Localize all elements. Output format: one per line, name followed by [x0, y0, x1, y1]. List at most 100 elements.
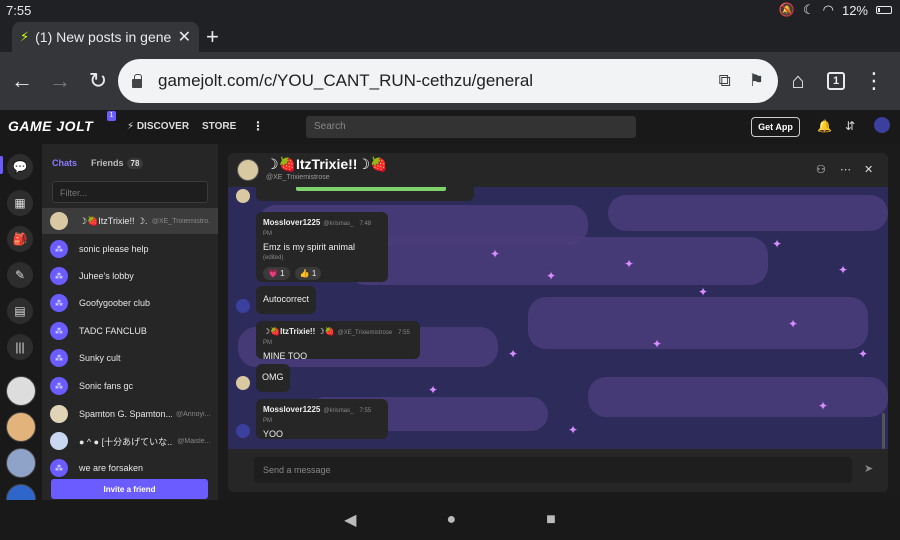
chat-handle: @XE_Trixiemistro...	[151, 217, 210, 225]
message-text: YOO	[263, 429, 284, 439]
chat-message[interactable]: ☽🍓ItzTrixie!! ☽🍓 @XE_Trixiemistrose 7:55 P…	[256, 321, 420, 361]
reload-icon[interactable]: ↻	[86, 52, 110, 110]
close-tab-icon[interactable]: ✕	[178, 27, 191, 47]
get-app-button[interactable]: Get App	[751, 117, 800, 137]
message-text: OMG	[262, 372, 284, 382]
home-icon[interactable]: ⌂	[786, 52, 810, 110]
community-avatar[interactable]	[6, 376, 36, 406]
rail-library-button[interactable]: ▤	[7, 298, 33, 324]
chat-scrollbar[interactable]	[882, 413, 885, 449]
add-member-icon[interactable]: ⚇	[816, 163, 826, 176]
invite-friend-button[interactable]: Invite a friend	[51, 479, 208, 499]
message-author[interactable]: Mosslover1225	[263, 405, 320, 414]
discover-icon: ⚡	[127, 121, 135, 132]
chat-list-item[interactable]: ⁂ Juhee's lobby	[42, 263, 218, 289]
reaction-heart[interactable]: 💗 1	[263, 267, 290, 280]
chat-header-avatar[interactable]	[237, 159, 259, 181]
chat-avatar	[50, 405, 68, 423]
tab-switcher-button[interactable]: 1	[824, 52, 848, 110]
rail-quests-button[interactable]: ✎	[7, 262, 33, 288]
cloud-shape	[348, 237, 768, 285]
sender-avatar[interactable]	[236, 376, 250, 390]
chat-list-item[interactable]: ⁂ Goofygoober club	[42, 290, 218, 316]
nav-recents-icon[interactable]: ■	[546, 511, 556, 529]
activity-icon[interactable]: ⇵	[845, 119, 855, 133]
chat-message[interactable]: OMG	[256, 364, 290, 392]
chat-title: ☽🍓ItzTrixie!!☽🍓	[266, 156, 388, 172]
chat-list-item[interactable]: ● ^ ● [十分あげていな... @Maisle...	[42, 428, 218, 454]
sender-avatar[interactable]	[236, 424, 250, 438]
nav-discover[interactable]: ⚡ DISCOVER	[127, 121, 189, 132]
browser-tab[interactable]: ⚡ (1) New posts in general ✕	[12, 22, 199, 52]
gamejolt-logo[interactable]: GAME JOLT	[8, 118, 93, 134]
chat-list-item[interactable]: ⁂ TADC FANCLUB	[42, 318, 218, 344]
address-url[interactable]: gamejolt.com/c/YOU_CANT_RUN-cethzu/gener…	[158, 71, 701, 91]
back-icon[interactable]: ←	[10, 52, 34, 110]
library-icon: ▤	[14, 304, 26, 318]
chat-sidebar: Chats Friends 78 Filter... ☽🍓ItzTrixie!! …	[42, 144, 258, 500]
tab-chats[interactable]: Chats	[52, 158, 77, 168]
group-icon: ⁂	[50, 267, 68, 285]
battery-level: 12%	[841, 2, 868, 18]
chat-list-item[interactable]: ⁂ sonic please help	[42, 236, 218, 262]
tab-count: 1	[827, 72, 845, 90]
message-input[interactable]: Send a message	[254, 457, 852, 483]
active-indicator	[0, 156, 3, 174]
chat-list-item[interactable]: ⁂ Sunky cult	[42, 345, 218, 371]
filter-input[interactable]: Filter...	[52, 181, 208, 203]
chat-handle: @Maisle...	[177, 437, 210, 445]
rail-shop-button[interactable]: 🎒	[7, 226, 33, 252]
chat-avatar	[50, 212, 68, 230]
nav-more-icon[interactable]: ⋮	[252, 119, 264, 133]
nav-store[interactable]: STORE	[202, 121, 236, 132]
tab-friends[interactable]: Friends 78	[91, 158, 144, 169]
chat-options-icon[interactable]: ⋯	[840, 163, 851, 176]
dnd-icon: ☾	[802, 2, 815, 17]
more-menu-icon[interactable]: ⋮	[862, 52, 886, 110]
chat-message[interactable]: Mosslover1225 @krismas_ 7:55 PM YOO	[256, 399, 388, 439]
chat-list-item[interactable]: Spamton G. Spamton... @Annoyi...	[42, 401, 218, 427]
group-icon: ⁂	[50, 240, 68, 258]
chat-header: ☽🍓ItzTrixie!!☽🍓 @XE_Trixiemistrose ⚇ ⋯ ✕	[228, 153, 888, 187]
nav-home-icon[interactable]: ●	[446, 511, 456, 529]
chat-message[interactable]: Mosslover1225 @krismas_ 7:48 PM Emz is my …	[256, 212, 388, 282]
rail-chat-button[interactable]: 💬	[7, 154, 33, 180]
group-icon: ⁂	[50, 294, 68, 312]
message-author[interactable]: Mosslover1225	[263, 218, 320, 227]
reaction-thumbs-up[interactable]: 👍 1	[294, 267, 322, 280]
forward-icon[interactable]: →	[48, 52, 72, 110]
new-tab-icon[interactable]: +	[206, 24, 219, 50]
address-bar[interactable]: gamejolt.com/c/YOU_CANT_RUN-cethzu/gener…	[118, 59, 778, 103]
close-chat-icon[interactable]: ✕	[864, 163, 873, 176]
cloud-shape	[588, 377, 888, 417]
chat-list-item[interactable]: ⁂ we are forsaken	[42, 455, 218, 481]
browser-tab-title: (1) New posts in general	[35, 29, 172, 45]
gamejolt-favicon-icon: ⚡	[20, 29, 30, 44]
chat-list-item[interactable]: ☽🍓ItzTrixie!! ☽... @XE_Trixiemistro...	[42, 208, 218, 234]
nav-back-icon[interactable]: ◀	[344, 510, 356, 530]
notifications-icon[interactable]: 🔔	[817, 119, 832, 133]
send-icon[interactable]: ➤	[864, 462, 873, 475]
previous-message-edge	[256, 187, 474, 201]
star-icon: ✦	[490, 247, 501, 261]
browser-toolbar: ← → ↻ gamejolt.com/c/YOU_CANT_RUN-cethzu…	[0, 52, 900, 110]
message-handle: @krismas_	[323, 408, 354, 414]
community-avatar[interactable]	[6, 448, 36, 478]
chat-message[interactable]: Autocorrect	[256, 286, 316, 314]
status-bar: 7:55 🔕 ☾ ◠ 12%	[0, 0, 900, 20]
user-avatar[interactable]	[874, 117, 890, 133]
sender-avatar[interactable]	[236, 189, 250, 203]
chat-name: we are forsaken	[79, 463, 144, 473]
store-icon: ▦	[14, 196, 26, 210]
message-author[interactable]: ☽🍓ItzTrixie!! ☽🍓	[263, 327, 335, 336]
community-avatar[interactable]	[6, 412, 36, 442]
bookmark-icon[interactable]: ⚑	[749, 71, 764, 91]
rail-games-button[interactable]: |||	[7, 334, 33, 360]
rail-home-button[interactable]: ▦	[7, 190, 33, 216]
sender-avatar[interactable]	[236, 299, 250, 313]
chat-list-item[interactable]: ⁂ Sonic fans gc	[42, 373, 218, 399]
chat-window: ☽🍓ItzTrixie!!☽🍓 @XE_Trixiemistrose ⚇ ⋯ ✕…	[228, 153, 888, 492]
cast-icon[interactable]: ⧉	[719, 71, 731, 91]
site-search-input[interactable]: Search	[306, 116, 636, 138]
tab-strip: ⚡ (1) New posts in general ✕ +	[0, 20, 900, 52]
